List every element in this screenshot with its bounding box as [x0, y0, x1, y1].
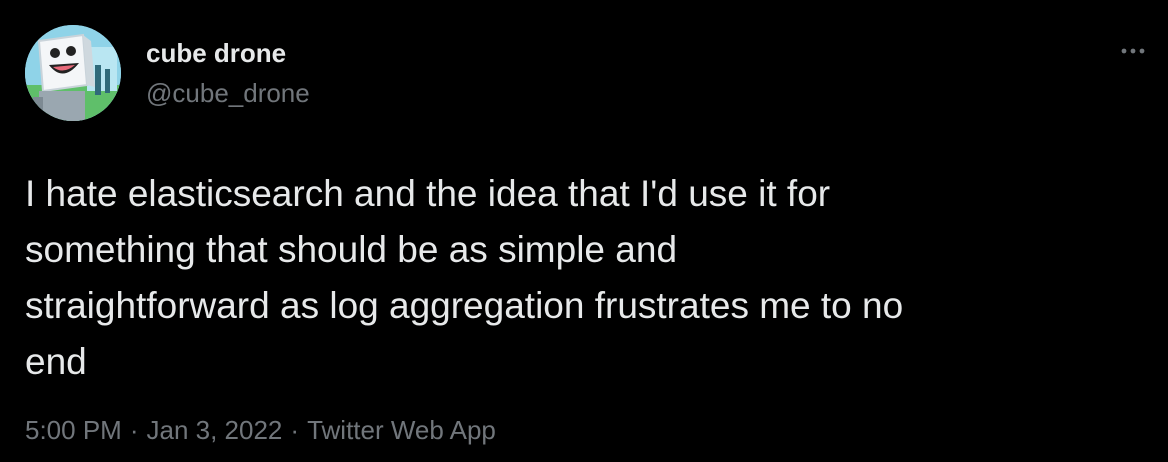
more-options-button[interactable]: [1118, 36, 1148, 66]
separator-dot: ·: [129, 415, 139, 445]
separator-dot: ·: [290, 415, 300, 445]
author-display-name[interactable]: cube drone: [146, 38, 286, 68]
more-horizontal-icon: [1121, 48, 1145, 54]
tweet-source-link[interactable]: Twitter Web App: [307, 415, 496, 445]
tweet-metadata: 5:00 PM · Jan 3, 2022 · Twitter Web App: [25, 414, 496, 446]
tweet-timestamp-time[interactable]: 5:00 PM: [25, 415, 122, 445]
tweet-timestamp-date[interactable]: Jan 3, 2022: [147, 415, 283, 445]
tweet-card: cube drone @cube_drone I hate elasticsea…: [0, 0, 1168, 462]
avatar[interactable]: [25, 25, 121, 121]
cube-robot-avatar-icon: [25, 25, 121, 121]
author-handle[interactable]: @cube_drone: [146, 78, 310, 108]
tweet-text: I hate elasticsearch and the idea that I…: [25, 173, 904, 382]
